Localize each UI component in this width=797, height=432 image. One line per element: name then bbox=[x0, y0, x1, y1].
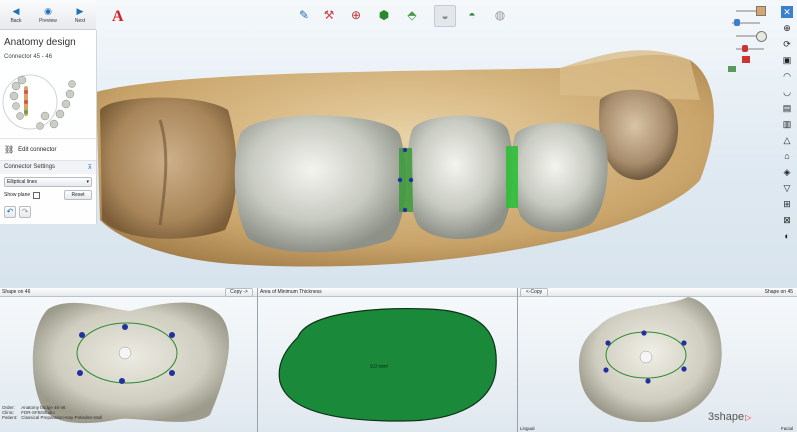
copy-right-button[interactable]: Copy -> bbox=[225, 288, 253, 297]
view-side-icon[interactable]: ▥ bbox=[781, 118, 793, 130]
thickness-value: 9.0 mm² bbox=[370, 364, 389, 370]
undo-button[interactable]: ↶ bbox=[4, 206, 16, 218]
thickness-header: Area of Minimum Thickness bbox=[258, 288, 517, 297]
connector-44-45[interactable] bbox=[506, 146, 518, 208]
tool-cut[interactable]: ⊕ bbox=[346, 5, 366, 25]
cut-icon: ⊕ bbox=[350, 8, 362, 22]
facial-label: Facial bbox=[780, 426, 793, 431]
eye-icon: ◉ bbox=[44, 5, 52, 16]
measure-icon[interactable]: ⊞ bbox=[781, 198, 793, 210]
edit-connector-icon: ⛓ bbox=[4, 145, 15, 154]
panel-title: Anatomy design bbox=[4, 37, 76, 48]
connector-shape-select[interactable]: Elliptical lines ▾ bbox=[4, 177, 92, 187]
crown-45[interactable] bbox=[407, 115, 514, 240]
3shape-logo: 3shape ▷ bbox=[708, 411, 752, 423]
orbit-icon[interactable]: ⟳ bbox=[781, 38, 793, 50]
sphere-icon: ◍ bbox=[494, 8, 506, 22]
transparency-sliders[interactable] bbox=[728, 4, 768, 72]
neighbor-molar bbox=[100, 97, 237, 239]
reset-button[interactable]: Reset bbox=[64, 190, 92, 200]
arrow-left-icon: ◀ bbox=[12, 5, 20, 16]
edit-connector-row[interactable]: ⛓ Edit connector bbox=[0, 138, 96, 160]
tooth-selector[interactable] bbox=[0, 66, 96, 138]
case-info: Order: Clinic: Patient: Anatomy bridge 46-… bbox=[2, 405, 103, 420]
navigation-bar: ◀ Back ◉ Preview ▶ Next bbox=[0, 0, 96, 30]
shape-45-header: <-Copy Shape on 45 bbox=[518, 288, 797, 297]
zoom-icon[interactable]: ⊕ bbox=[781, 22, 793, 34]
close-view-icon[interactable]: ✕ bbox=[781, 6, 793, 18]
tool-sculpt[interactable]: ✎ bbox=[294, 5, 314, 25]
back-button[interactable]: ◀ Back bbox=[0, 0, 32, 29]
minimum-thickness-panel: Area of Minimum Thickness 9.0 mm² bbox=[258, 288, 518, 432]
crown-46[interactable] bbox=[234, 115, 407, 253]
connector-settings-body: Elliptical lines ▾ Show plane Reset ↶ ↷ bbox=[0, 174, 96, 224]
shape-on-46-panel: Shape on 46 Copy -> Order: Clinic: Patient… bbox=[0, 288, 258, 432]
tooth-45-cross-section[interactable] bbox=[518, 297, 797, 432]
contacts-icon: ⬘ bbox=[407, 8, 417, 22]
crown-icon: ◓ bbox=[468, 8, 476, 22]
antagonist-icon[interactable]: ▽ bbox=[781, 182, 793, 194]
anatomy-design-panel: Anatomy design Connector 45 - 46 ⛓ Edit … bbox=[0, 30, 97, 224]
view-top-icon[interactable]: △ bbox=[781, 134, 793, 146]
chevron-down-icon: ▾ bbox=[86, 179, 89, 185]
margin-icon: ⬢ bbox=[378, 8, 390, 22]
sculpt-icon: ✎ bbox=[298, 8, 310, 22]
view-front-icon[interactable]: ▤ bbox=[781, 102, 793, 114]
pin-icon[interactable]: ⊼ bbox=[88, 164, 92, 171]
tool-margin[interactable]: ⬢ bbox=[374, 5, 394, 25]
shape-on-45-panel: <-Copy Shape on 45 Lingual Facial 3shape… bbox=[518, 288, 797, 432]
clip-icon[interactable]: ⊠ bbox=[781, 214, 793, 226]
section-icon[interactable]: ◈ bbox=[781, 166, 793, 178]
copy-left-button[interactable]: <-Copy bbox=[520, 288, 548, 297]
next-button[interactable]: ▶ Next bbox=[64, 0, 96, 29]
camera-icon[interactable]: ⌂ bbox=[781, 150, 793, 162]
preview-button[interactable]: ◉ Preview bbox=[32, 0, 64, 29]
brand-mark: A bbox=[112, 8, 124, 25]
model-icon[interactable]: ▣ bbox=[781, 54, 793, 66]
arrow-right-icon: ▶ bbox=[76, 5, 84, 16]
crown-44[interactable] bbox=[511, 122, 608, 233]
tool-view[interactable]: ◍ bbox=[490, 5, 510, 25]
logo-triangle-icon: ▷ bbox=[745, 412, 752, 422]
color-map-icon[interactable]: ◐ bbox=[781, 230, 793, 242]
3d-model-view[interactable] bbox=[0, 0, 797, 288]
show-plane-toggle[interactable]: Show plane bbox=[4, 191, 41, 199]
connector-settings-header[interactable]: Connector Settings ⊼ bbox=[0, 160, 96, 174]
tooth-icon: ◒ bbox=[441, 9, 449, 23]
redo-button[interactable]: ↷ bbox=[19, 206, 31, 218]
tool-shape[interactable]: ⚒ bbox=[319, 5, 339, 25]
shape-46-header: Shape on 46 Copy -> bbox=[0, 288, 257, 297]
shape-icon: ⚒ bbox=[323, 8, 335, 22]
tool-crown[interactable]: ◓ bbox=[462, 5, 482, 25]
lingual-label: Lingual bbox=[520, 426, 535, 431]
upper-jaw-icon[interactable]: ◠ bbox=[781, 70, 793, 82]
tool-contacts[interactable]: ⬘ bbox=[402, 5, 422, 25]
tool-anatomy[interactable]: ◒ bbox=[434, 5, 456, 27]
lower-jaw-icon[interactable]: ◡ bbox=[781, 86, 793, 98]
connector-label: Connector 45 - 46 bbox=[4, 54, 53, 60]
show-plane-checkbox[interactable] bbox=[33, 191, 41, 199]
